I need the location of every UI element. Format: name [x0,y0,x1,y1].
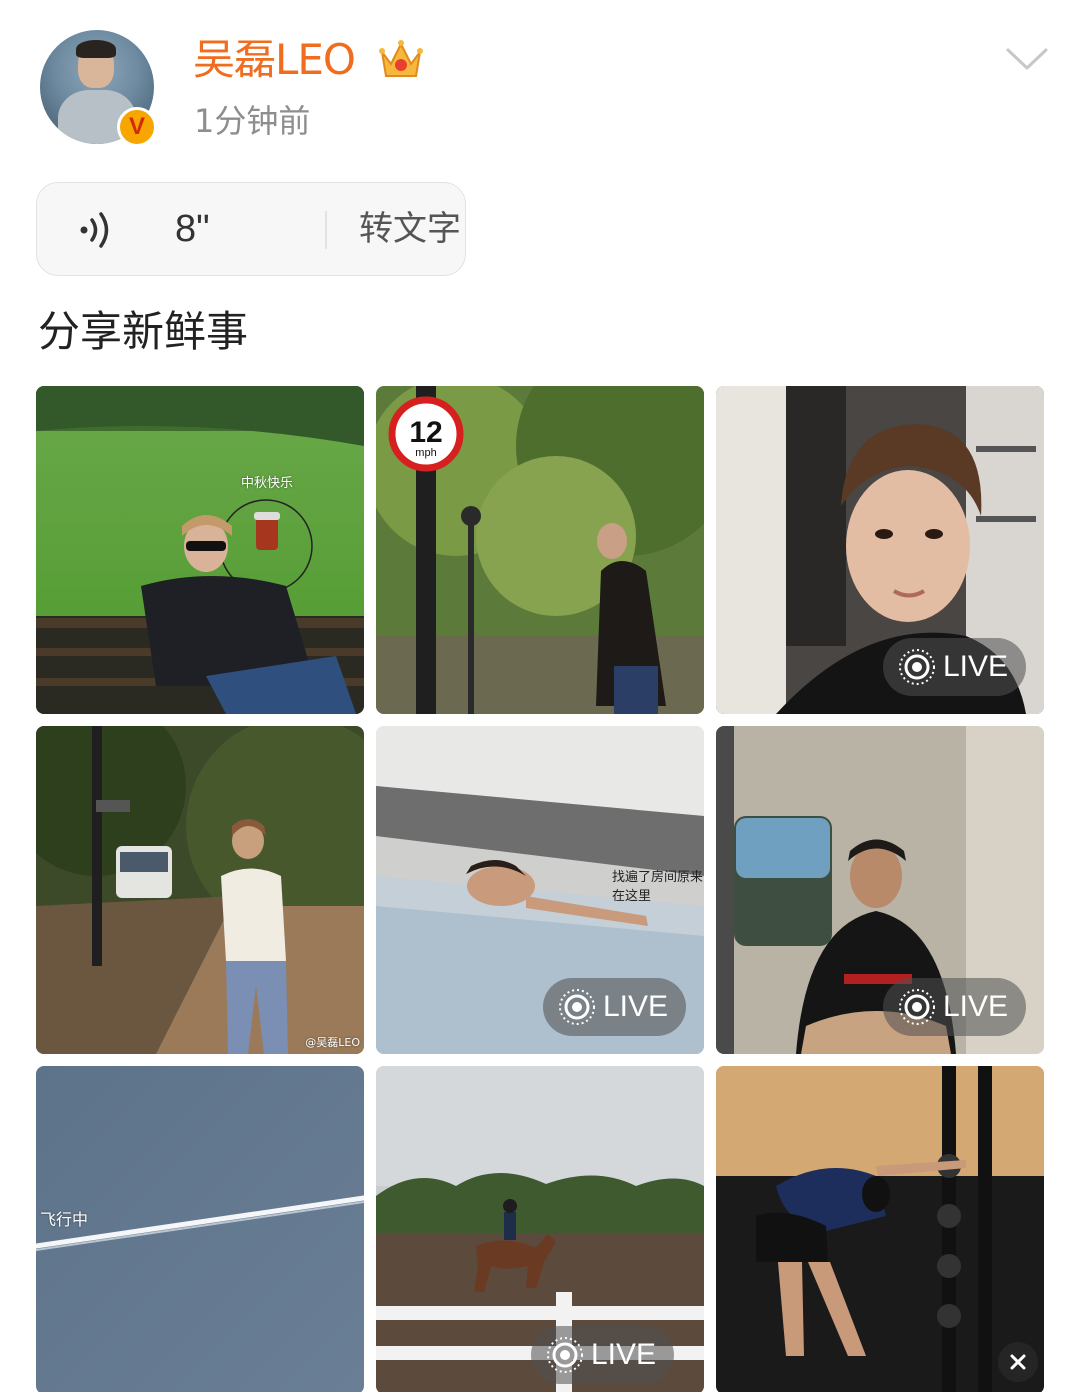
username[interactable]: 吴磊LEO [193,34,356,86]
post-timestamp: 1分钟前 [194,102,311,140]
photo-tile-8[interactable]: LIVE [376,1066,704,1392]
photo-tile-2[interactable]: 12 mph [376,386,704,714]
post-text: 分享新鲜事 [38,307,249,356]
svg-text:mph: mph [415,447,436,459]
close-icon [1010,1354,1026,1370]
live-badge[interactable]: LIVE [530,1326,674,1384]
voice-duration: 8" [175,208,210,250]
photo-tile-3[interactable]: LIVE [716,386,1044,714]
photo-tile-1[interactable]: 中秋快乐 [36,386,364,714]
weibo-post: V 吴磊LEO 1分钟前 8" 转文字 分享新鲜事 中秋快乐 12 mph LI… [0,0,1080,1392]
photo-caption: 找遍了房间原来在这里 [612,870,704,904]
photo-image: 12 mph [376,386,704,714]
photo-tile-9[interactable] [716,1066,1044,1392]
live-label: LIVE [590,1338,656,1371]
photo-caption: 飞行中 [40,1210,89,1229]
live-photo-icon [558,989,595,1025]
live-label: LIVE [602,990,668,1023]
voice-message[interactable]: 8" 转文字 [36,182,466,276]
to-text-button[interactable]: 转文字 [359,207,461,251]
photo-grid: 中秋快乐 12 mph LIVE @吴磊LEO 找遍了房间原来在这里 LIVE … [36,386,1044,1392]
photo-tile-4[interactable]: @吴磊LEO [36,726,364,1054]
verified-badge-icon: V [117,107,157,147]
live-photo-icon [898,989,935,1025]
photo-image [36,386,364,714]
live-badge[interactable]: LIVE [882,638,1026,696]
photo-watermark: @吴磊LEO [305,1036,360,1049]
chevron-down-icon[interactable] [1004,44,1050,74]
photo-tile-6[interactable]: LIVE [716,726,1044,1054]
sound-wave-icon [80,212,109,248]
live-badge[interactable]: LIVE [542,978,686,1036]
photo-caption: 中秋快乐 [241,476,294,491]
crown-icon[interactable] [378,38,424,82]
divider [325,211,327,249]
live-photo-icon [546,1337,583,1373]
photo-tile-5[interactable]: 找遍了房间原来在这里 LIVE [376,726,704,1054]
live-badge[interactable]: LIVE [882,978,1026,1036]
live-photo-icon [898,649,935,685]
photo-tile-7[interactable]: 飞行中 [36,1066,364,1392]
live-label: LIVE [942,650,1008,683]
svg-text:12: 12 [409,416,442,449]
close-button[interactable] [998,1342,1038,1382]
live-label: LIVE [942,990,1008,1023]
photo-image [36,726,364,1054]
photo-image [716,1066,1044,1392]
